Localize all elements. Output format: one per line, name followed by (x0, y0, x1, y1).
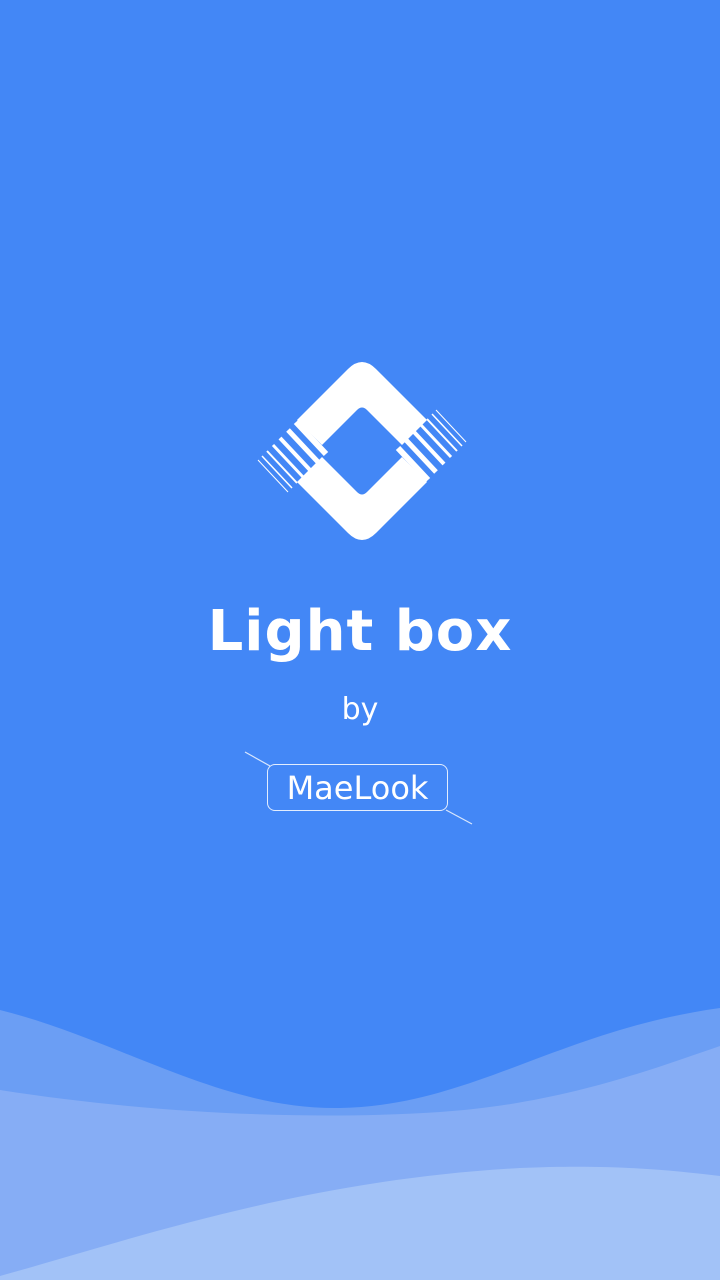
wave-decoration (0, 1008, 720, 1280)
splash-screen: Light box by MaeLook (0, 0, 720, 1280)
lightbox-diamond-logo-icon (257, 362, 467, 540)
brand-badge: MaeLook (267, 764, 448, 811)
app-title: Light box (207, 599, 513, 664)
by-label: by (341, 692, 379, 727)
